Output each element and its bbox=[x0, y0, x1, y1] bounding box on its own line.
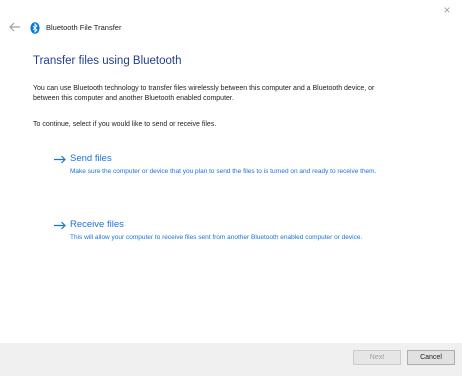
right-arrow-icon bbox=[54, 221, 66, 230]
send-files-option[interactable]: Send files Make sure the computer or dev… bbox=[53, 153, 413, 193]
dialog-footer: Next Cancel bbox=[0, 343, 462, 376]
window-title: Bluetooth File Transfer bbox=[46, 22, 122, 32]
receive-files-description: This will allow your computer to receive… bbox=[70, 234, 363, 241]
close-icon: × bbox=[443, 3, 451, 17]
bluetooth-icon bbox=[30, 21, 40, 34]
back-button[interactable] bbox=[8, 20, 22, 34]
right-arrow-icon bbox=[54, 155, 66, 164]
receive-files-label: Receive files bbox=[70, 219, 124, 230]
receive-files-option[interactable]: Receive files This will allow your compu… bbox=[53, 219, 413, 259]
next-button[interactable]: Next bbox=[353, 350, 401, 365]
back-arrow-icon bbox=[9, 22, 20, 32]
close-button[interactable]: × bbox=[438, 2, 456, 18]
cancel-button[interactable]: Cancel bbox=[407, 350, 455, 365]
title-bar: Bluetooth File Transfer bbox=[8, 19, 121, 35]
bluetooth-transfer-dialog: × Bluetooth File Transfer Transfer files… bbox=[0, 0, 462, 376]
instruction-text: To continue, select if you would like to… bbox=[33, 121, 217, 128]
send-files-label: Send files bbox=[70, 153, 112, 164]
intro-text: You can use Bluetooth technology to tran… bbox=[33, 85, 375, 102]
send-files-description: Make sure the computer or device that yo… bbox=[70, 168, 377, 175]
page-title: Transfer files using Bluetooth bbox=[33, 55, 182, 67]
